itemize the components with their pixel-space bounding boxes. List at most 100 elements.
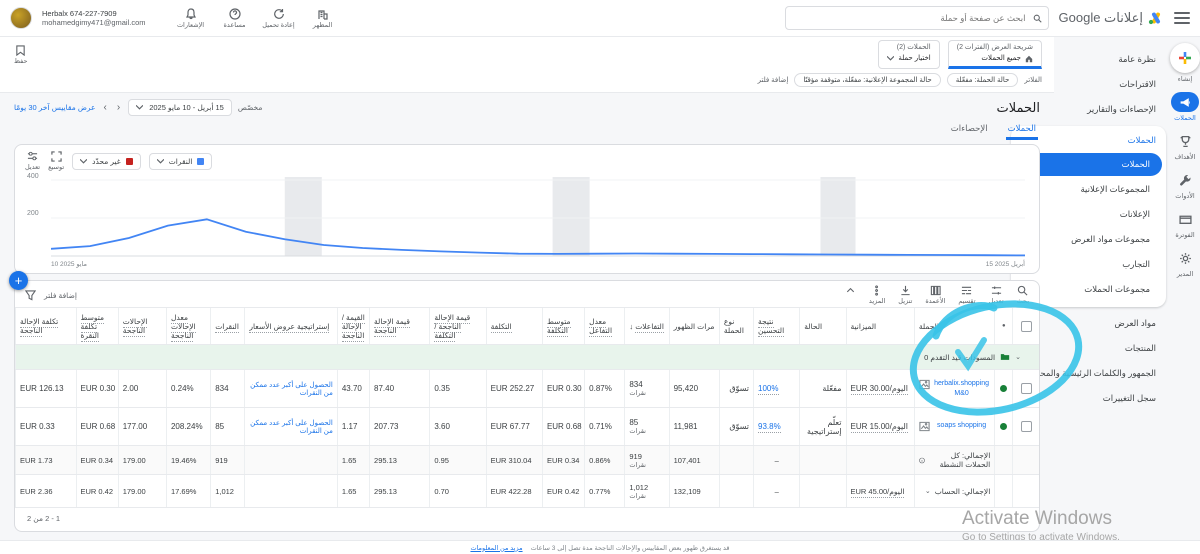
column-header-opt[interactable]: نتيجة التحسين bbox=[754, 308, 800, 345]
tab-0[interactable]: الحملات bbox=[1006, 120, 1038, 140]
google-ads-logo[interactable]: إعلانات Google bbox=[1059, 10, 1164, 26]
rail-item-goals[interactable]: الأهداف bbox=[1171, 131, 1199, 161]
scope-all-campaigns[interactable]: شريحة العرض (الفترات 2) جميع الحملات bbox=[948, 40, 1042, 69]
select-all-checkbox[interactable] bbox=[1021, 321, 1032, 332]
column-header-impr[interactable]: مرات الظهور bbox=[669, 308, 719, 345]
cell-check bbox=[1013, 475, 1039, 508]
column-header-convval[interactable]: قيمة الإحالة الناجحة bbox=[370, 308, 430, 345]
table-toolbar-filter[interactable]: إضافة فلتر bbox=[25, 290, 77, 301]
campaign-name-link[interactable]: herbalix.shopping M&0 bbox=[933, 379, 990, 398]
campaign-row-1[interactable]: soaps shoppingEUR 15.00/اليومتعلّم إسترا… bbox=[16, 408, 1040, 446]
cell-impr: 11,981 bbox=[669, 408, 719, 446]
rail-item-billing[interactable]: الفوترة bbox=[1171, 209, 1199, 239]
rail-item-tools[interactable]: الأدوات bbox=[1171, 170, 1199, 200]
filter-chip-0[interactable]: حالة الحملة: مفعّلة bbox=[947, 73, 1019, 87]
chart-adjust-button[interactable]: تعديل bbox=[25, 151, 40, 171]
column-header-cost[interactable]: التكلفة bbox=[486, 308, 542, 345]
add-campaign-fab[interactable]: + bbox=[9, 271, 28, 290]
campaign-row-0[interactable]: herbalix.shopping M&0EUR 30.00/اليوممفعّ… bbox=[16, 370, 1040, 408]
column-header-name[interactable]: الحملة bbox=[914, 308, 994, 345]
topbar-action-help[interactable]: مساعدة bbox=[214, 8, 256, 29]
budget-value[interactable]: EUR 15.00/اليوم bbox=[851, 422, 909, 433]
row-checkbox[interactable] bbox=[1021, 421, 1032, 432]
column-header-dot[interactable]: ● bbox=[995, 308, 1013, 345]
hamburger-menu-icon[interactable] bbox=[1174, 12, 1190, 24]
rail-item-label: الأهداف bbox=[1175, 153, 1196, 161]
date-next-arrow[interactable]: › bbox=[102, 102, 109, 113]
optimization-score-link[interactable]: 100% bbox=[758, 384, 778, 395]
toolbar-columns-button[interactable]: الأعمدة bbox=[925, 285, 945, 305]
rail-item-admin[interactable]: المدير bbox=[1171, 248, 1199, 278]
toolbar-collapse-button[interactable] bbox=[845, 285, 856, 297]
sidebar: إنشاءالحملاتالأهدافالأدواتالفوترةالمدير … bbox=[1054, 37, 1200, 542]
cell-convval: 295.13 bbox=[370, 446, 430, 475]
column-header-inter[interactable]: التفاعلات ↓ bbox=[625, 308, 669, 345]
column-header-ctype[interactable]: نوع الحملة bbox=[719, 308, 753, 345]
rail-item-create[interactable]: إنشاء bbox=[1170, 43, 1200, 83]
date-range-picker[interactable]: 15 أبريل - 10 مايو 2025 bbox=[128, 99, 232, 116]
tab-1[interactable]: الإحصاءات bbox=[949, 120, 990, 140]
rail-item-campaigns[interactable]: الحملات bbox=[1171, 92, 1199, 122]
avatar[interactable] bbox=[10, 7, 32, 29]
drafts-group-row[interactable]: ⌄المسودات قيد التقدم 0 bbox=[16, 345, 1040, 370]
global-search-box[interactable] bbox=[785, 6, 1049, 30]
last-30-days-link[interactable]: عرض مقاييس آخر 30 يومًا bbox=[14, 103, 96, 112]
footer-link[interactable]: مزيد من المعلومات bbox=[470, 544, 522, 552]
row-checkbox[interactable] bbox=[1021, 383, 1032, 394]
optimization-score-link[interactable]: 93.8% bbox=[758, 422, 781, 433]
column-header-avgcost[interactable]: متوسط التكلفة bbox=[542, 308, 584, 345]
topbar-action-notifications[interactable]: الإشعارات bbox=[170, 8, 212, 29]
budget-value[interactable]: EUR 30.00/اليوم bbox=[851, 384, 909, 395]
table-pagination[interactable]: 1 - 2 من 2 bbox=[15, 508, 1039, 529]
column-header-check[interactable] bbox=[1013, 308, 1039, 345]
column-label: قيمة الإحالة الناجحة / التكلفة bbox=[434, 313, 470, 342]
add-filter-link[interactable]: إضافة فلتر bbox=[758, 76, 789, 84]
line-chart[interactable]: 400 200 15 أبريل 2025 10 مايو 2025 bbox=[51, 177, 1025, 257]
campaign-selector[interactable]: الحملات (2) اختيار حملة bbox=[878, 40, 939, 69]
column-header-convrate[interactable]: معدل الإحالات الناجحة bbox=[166, 308, 210, 345]
toolbar-more-button[interactable]: المزيد bbox=[869, 285, 885, 305]
topbar-action-label: الإشعارات bbox=[177, 21, 204, 29]
metric-primary-dropdown[interactable]: النقرات bbox=[149, 153, 213, 170]
chart-tabs: الحملات الإحصاءات bbox=[0, 118, 1054, 140]
column-header-convs[interactable]: الإحالات الناجحة bbox=[118, 308, 166, 345]
campaign-name-link[interactable]: soaps shopping bbox=[933, 421, 990, 430]
topbar-action-appearance[interactable]: المظهر bbox=[302, 8, 344, 29]
cell-dot bbox=[995, 475, 1013, 508]
global-search-input[interactable] bbox=[792, 12, 1028, 24]
column-header-valconv[interactable]: القيمة / الإحالة الناجحة bbox=[337, 308, 369, 345]
save-view-tool[interactable]: حفظ bbox=[14, 45, 27, 65]
footer-bar: قد يستغرق ظهور بعض المقاييس والإحالات ال… bbox=[0, 540, 1200, 554]
rail-item-label: المدير bbox=[1177, 270, 1193, 278]
column-header-bid[interactable]: إستراتيجية عروض الأسعار bbox=[245, 308, 337, 345]
topbar-action-reload[interactable]: إعادة تحميل bbox=[258, 8, 300, 29]
column-header-avgcpc[interactable]: متوسط تكلفة النقرة bbox=[76, 308, 118, 345]
column-header-valcost[interactable]: قيمة الإحالة الناجحة / التكلفة bbox=[430, 308, 486, 345]
create-button[interactable] bbox=[1170, 43, 1200, 73]
column-header-status[interactable]: الحالة bbox=[800, 308, 846, 345]
bid-strategy-link[interactable]: الحصول على أكبر عدد ممكن من النقرات bbox=[250, 420, 333, 435]
toolbar-adjust-button[interactable]: تعديل bbox=[989, 285, 1004, 305]
rail-item-label: إنشاء bbox=[1178, 75, 1192, 83]
toolbar-download-button[interactable]: تنزيل bbox=[898, 285, 912, 305]
save-view-label: حفظ bbox=[14, 57, 27, 65]
filter-chip-1[interactable]: حالة المجموعة الإعلانية: مفعّلة، متوقفة … bbox=[794, 73, 940, 87]
chart-expand-button[interactable]: توسيع bbox=[48, 151, 64, 171]
budget-value[interactable]: EUR 45.00/اليوم bbox=[851, 487, 905, 498]
column-label: متوسط تكلفة النقرة bbox=[81, 313, 105, 342]
cell-budget: EUR 15.00/اليوم bbox=[846, 408, 914, 446]
cell-valcost: 0.35 bbox=[430, 370, 486, 408]
date-prev-arrow[interactable]: ‹ bbox=[115, 102, 122, 113]
column-header-irate[interactable]: معدل التفاعل bbox=[585, 308, 625, 345]
column-header-clicks[interactable]: النقرات bbox=[211, 308, 245, 345]
column-header-budget[interactable]: الميزانية bbox=[846, 308, 914, 345]
account-info[interactable]: Herbalx 674-227-7909 mohamedgimy471@gmai… bbox=[42, 9, 146, 27]
column-header-costconv[interactable]: تكلفة الإحالة الناجحة bbox=[16, 308, 77, 345]
scope-view-value: جميع الحملات bbox=[981, 54, 1021, 65]
bid-strategy-link[interactable]: الحصول على أكبر عدد ممكن من النقرات bbox=[250, 382, 333, 397]
interactions-value: 834 bbox=[629, 380, 664, 389]
cell-name: الإجمالي: كل الحملات النشطة bbox=[914, 446, 994, 475]
toolbar-search-button[interactable]: بحث bbox=[1017, 285, 1029, 305]
toolbar-segment-button[interactable]: تقسيم bbox=[958, 285, 975, 305]
metric-secondary-dropdown[interactable]: غير محدّد bbox=[72, 153, 141, 170]
